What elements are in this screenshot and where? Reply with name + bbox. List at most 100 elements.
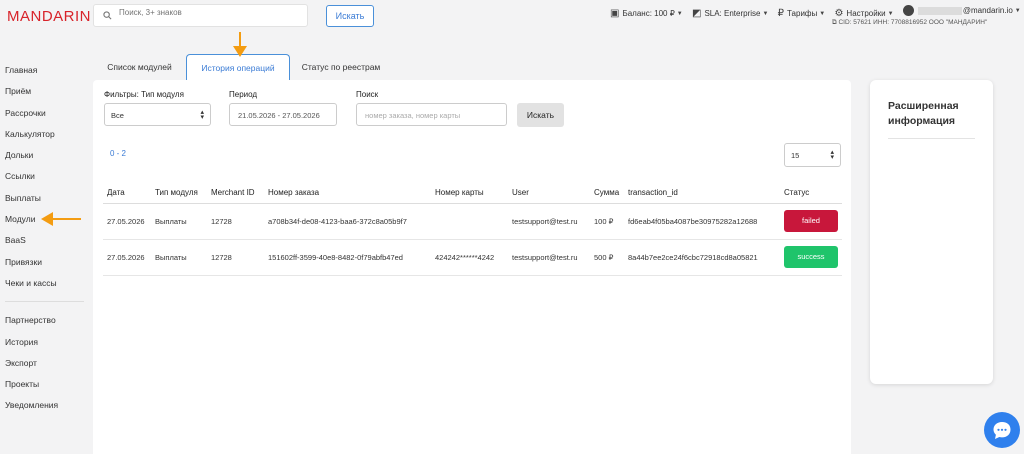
panel-divider xyxy=(888,138,975,139)
status-badge: success xyxy=(784,246,838,268)
ruble-icon: ₽ xyxy=(777,8,785,19)
table-row[interactable]: 27.05.2026 Выплаты 12728 151602ff-3599-4… xyxy=(103,239,842,276)
search-icon xyxy=(103,11,112,20)
cell-order-number: 151602ff-3599-40e8-8482-0f79abfb47ed xyxy=(264,239,431,276)
user-avatar-icon xyxy=(902,5,914,16)
sidebar-item-bindings[interactable]: Привязки xyxy=(0,252,90,273)
org-info-text: CID: 57621 ИНН: 7708816952 ООО "МАНДАРИН… xyxy=(838,19,988,26)
sidebar-item-baas[interactable]: BaaS xyxy=(0,230,90,251)
sidebar-item-acquiring[interactable]: Приём xyxy=(0,81,90,102)
table-row[interactable]: 27.05.2026 Выплаты 12728 a708b34f-de08-4… xyxy=(103,203,842,240)
col-user: User xyxy=(508,183,590,204)
sidebar-item-dolyami[interactable]: Дольки xyxy=(0,145,90,166)
cell-merchant-id: 12728 xyxy=(207,239,264,276)
sidebar-item-notifications[interactable]: Уведомления xyxy=(0,395,90,416)
cell-transaction-id: 8a44b7ee2ce24f6cbc72918cd8a05821 xyxy=(624,239,780,276)
chevron-down-icon: ▼ xyxy=(887,10,894,17)
cell-status: failed xyxy=(780,203,842,240)
cell-transaction-id: fd6eab4f05ba4087be30975282a12688 xyxy=(624,203,780,240)
sidebar: Главная Приём Рассрочки Калькулятор Доль… xyxy=(0,60,90,417)
filter-search-button[interactable]: Искать xyxy=(517,103,564,127)
col-date: Дата xyxy=(103,183,151,204)
sidebar-item-home[interactable]: Главная xyxy=(0,60,90,81)
col-order-number: Номер заказа xyxy=(264,183,431,204)
sidebar-item-history[interactable]: История xyxy=(0,332,90,353)
sidebar-item-calculator[interactable]: Калькулятор xyxy=(0,124,90,145)
sidebar-item-links[interactable]: Ссылки xyxy=(0,166,90,187)
user-menu[interactable]: @mandarin.io ▼ xyxy=(902,5,1021,16)
sidebar-divider xyxy=(5,301,84,303)
top-menu: ▣ Баланс: 100 ₽ ▼ ◩ SLA: Enterprise ▼ ₽ … xyxy=(610,5,1024,19)
status-badge: failed xyxy=(784,210,838,232)
cell-merchant-id: 12728 xyxy=(207,203,264,240)
settings-label: Настройки xyxy=(846,9,886,18)
cell-date: 27.05.2026 xyxy=(103,239,151,276)
chevron-down-icon: ▼ xyxy=(676,10,683,17)
sla-menu[interactable]: ◩ SLA: Enterprise ▼ xyxy=(692,8,768,19)
balance-label: Баланс: 100 ₽ xyxy=(622,9,675,18)
col-module-type: Тип модуля xyxy=(151,183,207,204)
sidebar-item-export[interactable]: Экспорт xyxy=(0,353,90,374)
tab-registry-status[interactable]: Статус по реестрам xyxy=(290,54,392,80)
col-transaction-id: transaction_id xyxy=(624,183,780,204)
annotation-arrow-down xyxy=(233,32,247,57)
cell-user: testsupport@test.ru xyxy=(508,203,590,240)
telegram-icon: ◩ xyxy=(691,8,702,19)
module-type-value: Все xyxy=(111,111,124,120)
cell-amount: 100 ₽ xyxy=(590,203,624,240)
col-amount: Сумма xyxy=(590,183,624,204)
select-arrows-icon: ▴ ▾ xyxy=(200,109,204,121)
cell-date: 27.05.2026 xyxy=(103,203,151,240)
user-email: @mandarin.io xyxy=(962,6,1013,15)
period-field[interactable]: 21.05.2026 - 27.05.2026 xyxy=(229,103,337,126)
col-merchant-id: Merchant ID xyxy=(207,183,264,204)
extended-info-title: Расширенная информация xyxy=(888,100,959,127)
gears-icon: ⚙ xyxy=(834,8,844,19)
settings-menu[interactable]: ⚙ Настройки ▼ xyxy=(834,8,893,19)
operations-table: Дата Тип модуля Merchant ID Номер заказа… xyxy=(103,183,842,276)
main-card: Фильтры: Тип модуля Все ▴ ▾ Период 21.05.… xyxy=(93,80,851,454)
email-redacted xyxy=(917,6,962,15)
sidebar-item-payouts[interactable]: Выплаты xyxy=(0,188,90,209)
cell-status: success xyxy=(780,239,842,276)
page-size-value: 15 xyxy=(791,151,800,160)
cell-order-number: a708b34f-de08-4123-baa6-372c8a05b9f7 xyxy=(264,203,431,240)
pagination-range[interactable]: 0 - 2 xyxy=(110,149,126,158)
select-arrows-icon: ▴ ▾ xyxy=(830,149,834,161)
sla-label: SLA: Enterprise xyxy=(704,9,761,18)
cell-card-number xyxy=(431,203,508,240)
page-size-select[interactable]: 15 ▴ ▾ xyxy=(784,143,841,167)
sidebar-item-receipts[interactable]: Чеки и кассы xyxy=(0,273,90,294)
tariffs-label: Тарифы xyxy=(787,9,818,18)
module-type-select[interactable]: Все ▴ ▾ xyxy=(104,103,211,126)
sidebar-item-partnership[interactable]: Партнерство xyxy=(0,310,90,331)
cell-amount: 500 ₽ xyxy=(590,239,624,276)
cell-module-type: Выплаты xyxy=(151,239,207,276)
col-card-number: Номер карты xyxy=(431,183,508,204)
chat-icon xyxy=(993,422,1011,439)
sidebar-item-projects[interactable]: Проекты xyxy=(0,374,90,395)
cell-user: testsupport@test.ru xyxy=(508,239,590,276)
sidebar-item-installments[interactable]: Рассрочки xyxy=(0,103,90,124)
chevron-down-icon: ▼ xyxy=(762,10,769,17)
search-label: Поиск xyxy=(356,90,379,99)
balance-menu[interactable]: ▣ Баланс: 100 ₽ ▼ xyxy=(610,8,683,19)
search-button[interactable]: Искать xyxy=(326,5,374,27)
cell-card-number: 424242******4242 xyxy=(431,239,508,276)
copy-icon[interactable]: ⧉ xyxy=(832,19,837,26)
order-search-input[interactable]: номер заказа, номер карты xyxy=(356,103,507,126)
tariffs-menu[interactable]: ₽ Тарифы ▼ xyxy=(778,8,826,19)
logo[interactable]: MANDARIN xyxy=(7,8,91,25)
table-header-row: Дата Тип модуля Merchant ID Номер заказа… xyxy=(103,183,842,204)
org-info: ⧉ CID: 57621 ИНН: 7708816952 ООО "МАНДАР… xyxy=(832,19,987,27)
tab-module-list[interactable]: Список модулей xyxy=(93,54,186,80)
search-input[interactable] xyxy=(119,8,299,17)
col-status: Статус xyxy=(780,183,842,204)
period-label: Период xyxy=(229,90,258,99)
chat-button[interactable] xyxy=(984,412,1020,448)
cell-module-type: Выплаты xyxy=(151,203,207,240)
chevron-down-icon: ▼ xyxy=(1014,7,1021,14)
module-type-label: Фильтры: Тип модуля xyxy=(104,90,184,99)
extended-info-panel: Расширенная информация xyxy=(870,80,993,384)
global-search[interactable] xyxy=(93,4,308,27)
